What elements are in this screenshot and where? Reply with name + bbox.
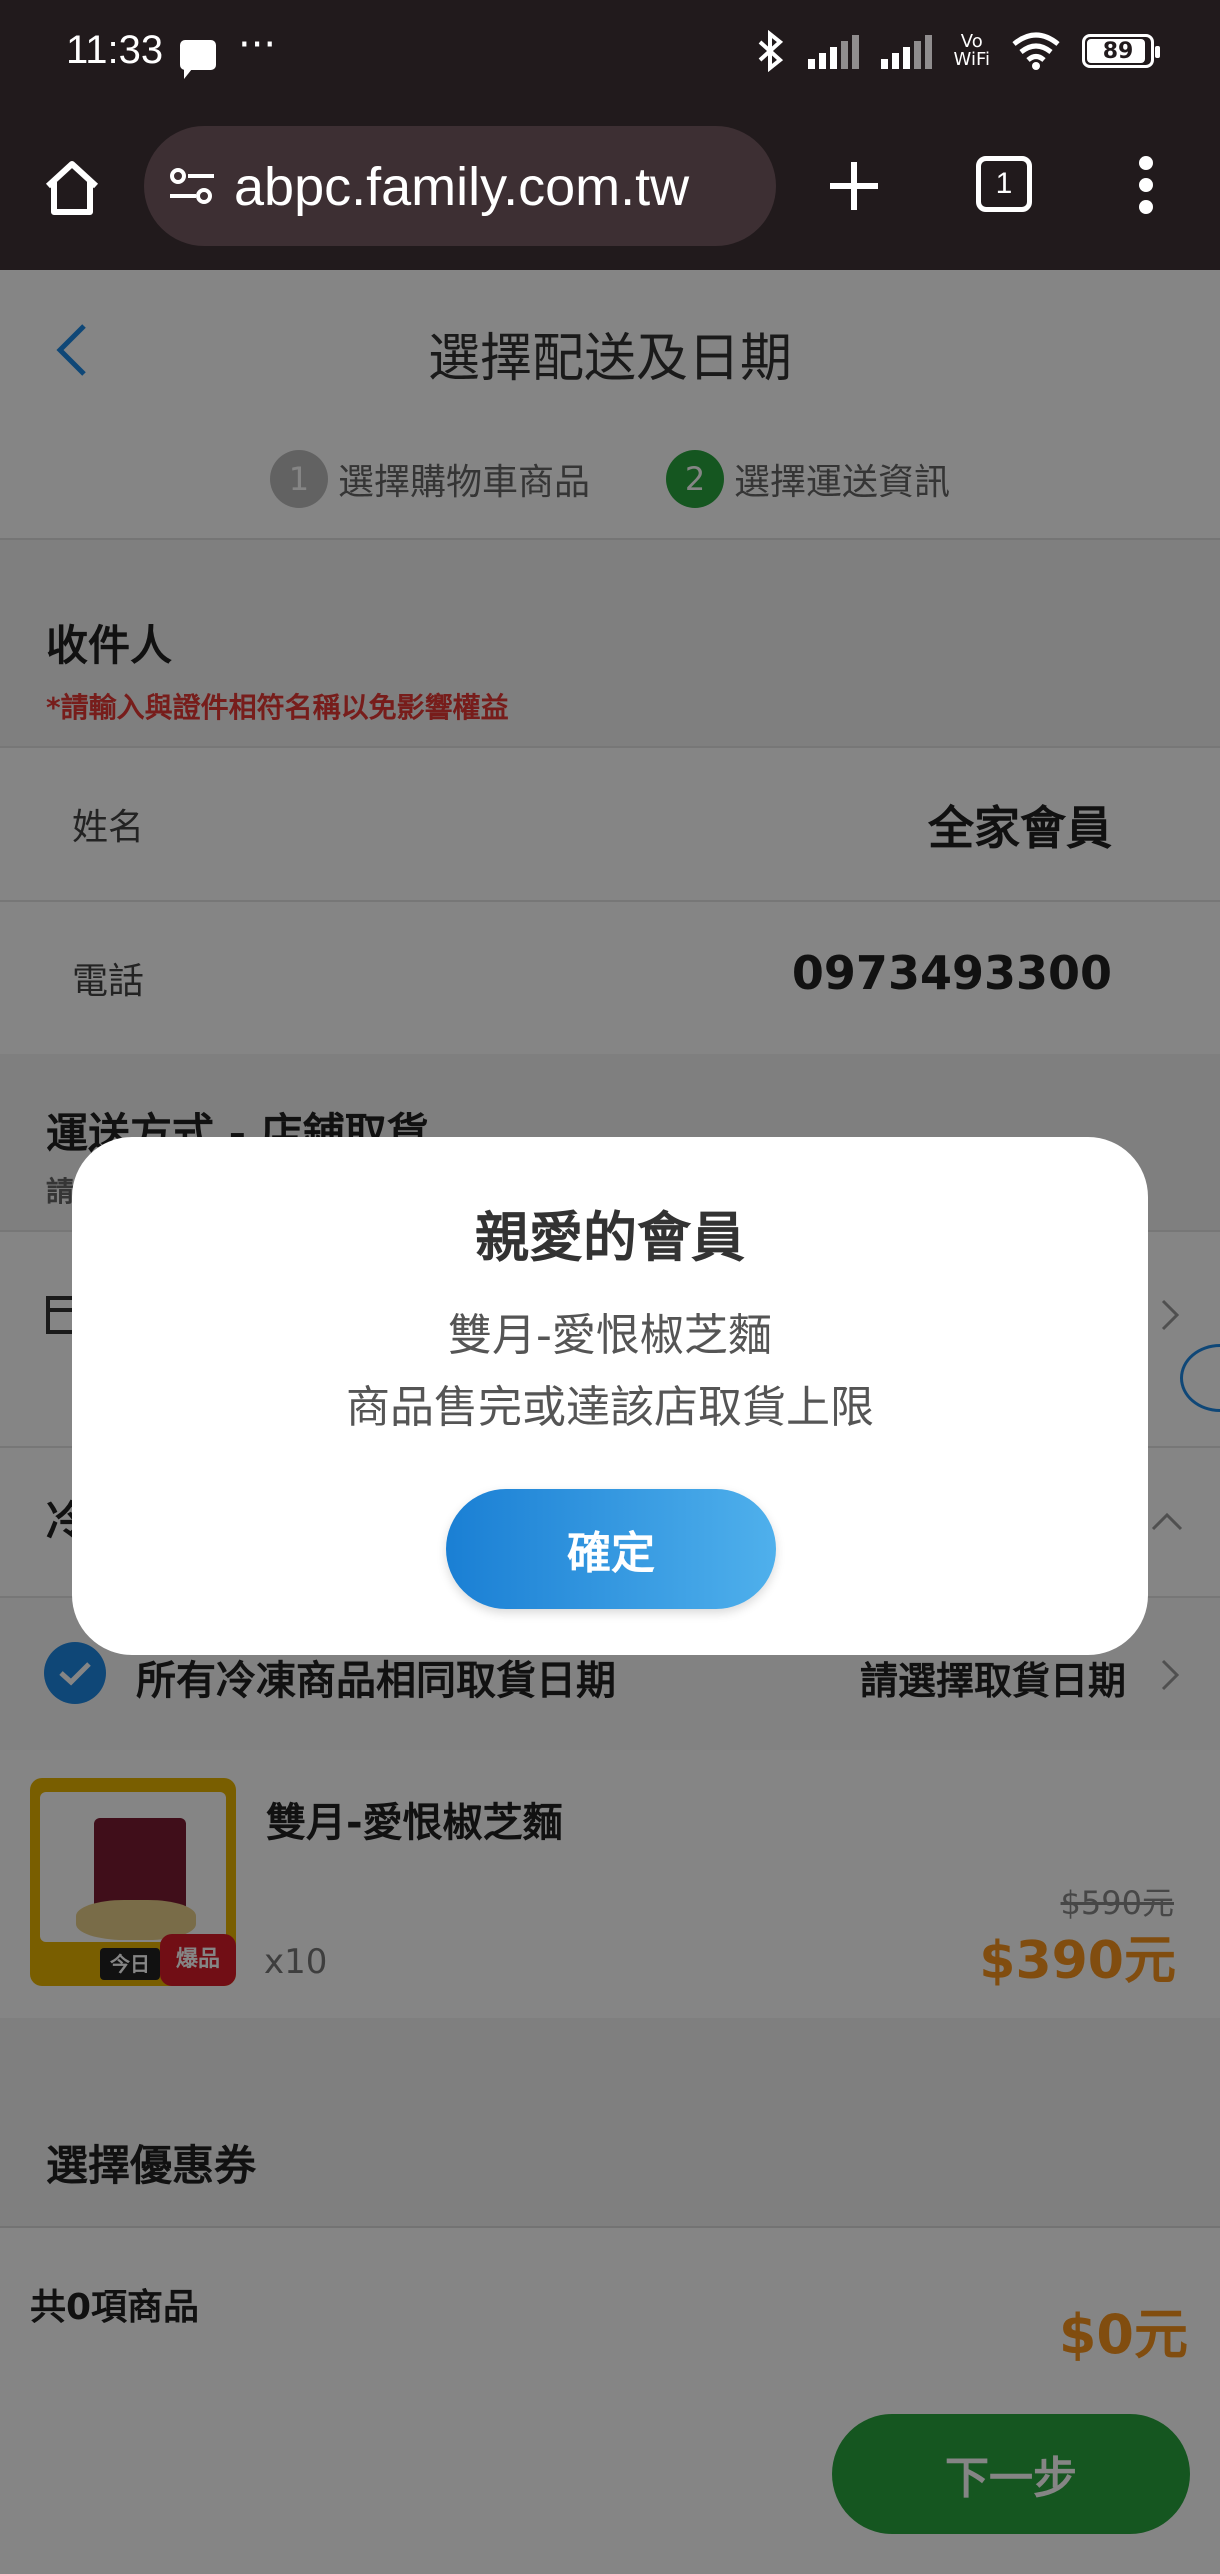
vowifi-icon: Vo WiFi [954, 33, 990, 69]
dialog-title: 親愛的會員 [475, 1206, 745, 1269]
more-dots-icon: ··· [238, 22, 277, 68]
status-time: 11:33 [66, 28, 164, 72]
url-bar[interactable]: abpc.family.com.tw [144, 126, 776, 246]
dialog-message: 商品售完或達該店取貨上限 [346, 1382, 874, 1433]
status-bar: 11:33 ··· Vo WiFi 89 [0, 0, 1220, 112]
site-settings-icon[interactable] [168, 166, 216, 206]
battery-level: 89 [1102, 38, 1134, 64]
wifi-icon [1012, 32, 1060, 70]
url-text[interactable]: abpc.family.com.tw [234, 156, 689, 218]
browser-toolbar: abpc.family.com.tw 1 [0, 112, 1220, 270]
message-icon [180, 40, 216, 79]
tab-switcher-button[interactable]: 1 [976, 156, 1032, 212]
battery-icon: 89 [1082, 34, 1160, 68]
browser-menu-icon[interactable] [1136, 156, 1156, 216]
signal-icon [807, 33, 859, 69]
signal-icon [880, 33, 932, 69]
new-tab-icon[interactable] [826, 158, 882, 214]
bluetooth-icon [758, 30, 783, 72]
alert-dialog: 親愛的會員 雙月-愛恨椒芝麵 商品售完或達該店取貨上限 確定 [72, 1137, 1148, 1655]
vowifi-bottom: WiFi [953, 49, 990, 70]
dialog-product-name: 雙月-愛恨椒芝麵 [448, 1310, 772, 1361]
status-icons: Vo WiFi 89 [756, 30, 1160, 72]
home-icon[interactable] [40, 156, 104, 220]
confirm-button[interactable]: 確定 [446, 1489, 776, 1609]
